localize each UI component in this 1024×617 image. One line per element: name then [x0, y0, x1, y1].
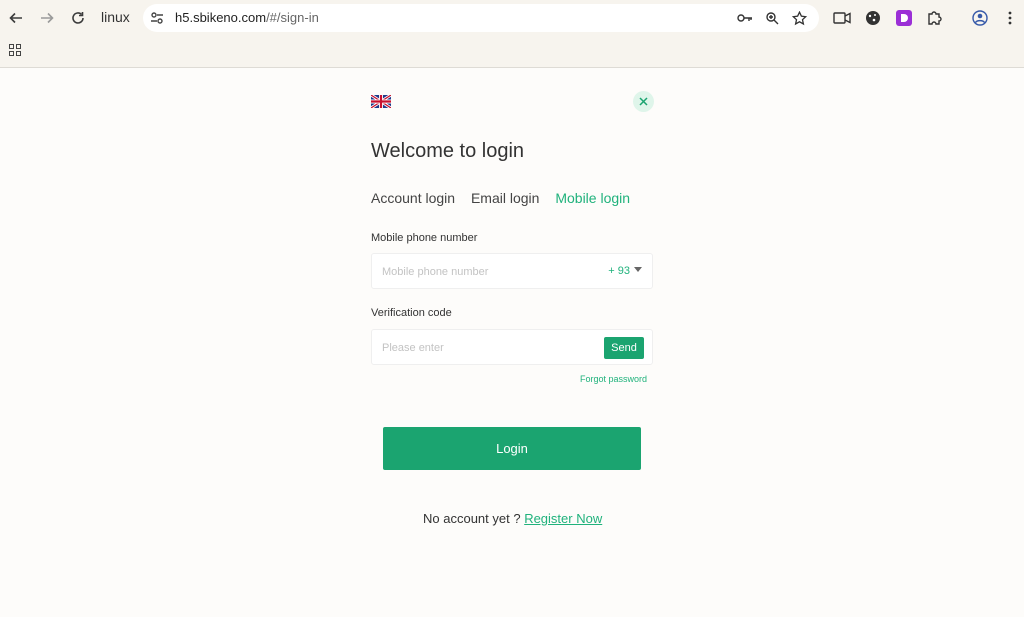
send-code-button[interactable]: Send — [604, 337, 644, 359]
extension-d-icon[interactable] — [894, 8, 914, 28]
uk-flag-icon[interactable] — [370, 93, 392, 110]
menu-icon[interactable] — [1000, 8, 1020, 28]
back-icon[interactable] — [6, 8, 26, 28]
tab-email-login[interactable]: Email login — [471, 190, 539, 206]
register-now-link[interactable]: Register Now — [524, 511, 602, 526]
video-icon[interactable] — [832, 8, 852, 28]
chevron-down-icon — [634, 267, 642, 272]
no-account-text: No account yet ? — [423, 511, 521, 526]
tab-mobile-login[interactable]: Mobile login — [555, 190, 630, 206]
code-field: Send — [371, 329, 653, 366]
star-icon[interactable] — [789, 8, 809, 28]
verification-code-input[interactable] — [380, 330, 594, 366]
browser-toolbar: linux h5.sbikeno.com/#/sign-in — [0, 0, 1024, 36]
tab-account-login[interactable]: Account login — [371, 190, 455, 206]
profile-icon[interactable] — [970, 8, 990, 28]
bookmarks-bar — [0, 36, 1024, 68]
phone-input[interactable] — [380, 254, 594, 290]
phone-field: + 93 — [371, 253, 653, 290]
register-prompt: No account yet ? Register Now — [423, 511, 602, 526]
page-title: Welcome to login — [371, 140, 525, 162]
country-code-select[interactable]: + 93 — [608, 265, 642, 277]
phone-label: Mobile phone number — [371, 232, 478, 244]
url-text[interactable]: h5.sbikeno.com/#/sign-in — [175, 10, 319, 25]
tab-label[interactable]: linux — [101, 9, 130, 25]
login-tabs: Account login Email login Mobile login — [371, 190, 642, 206]
zoom-icon[interactable] — [762, 8, 782, 28]
login-button[interactable]: Login — [383, 427, 641, 470]
forgot-password-link[interactable]: Forgot password — [580, 374, 647, 384]
apps-icon[interactable] — [5, 40, 25, 60]
url-path: /#/sign-in — [266, 10, 319, 25]
key-icon[interactable] — [735, 8, 755, 28]
code-label: Verification code — [371, 307, 452, 319]
url-host: h5.sbikeno.com — [175, 10, 267, 25]
cookie-icon[interactable] — [863, 8, 883, 28]
reload-icon[interactable] — [68, 8, 88, 28]
country-code-value: + 93 — [608, 265, 630, 277]
forward-icon[interactable] — [37, 8, 57, 28]
close-icon[interactable] — [633, 91, 654, 112]
puzzle-icon[interactable] — [925, 8, 945, 28]
site-info-icon[interactable] — [147, 8, 167, 28]
